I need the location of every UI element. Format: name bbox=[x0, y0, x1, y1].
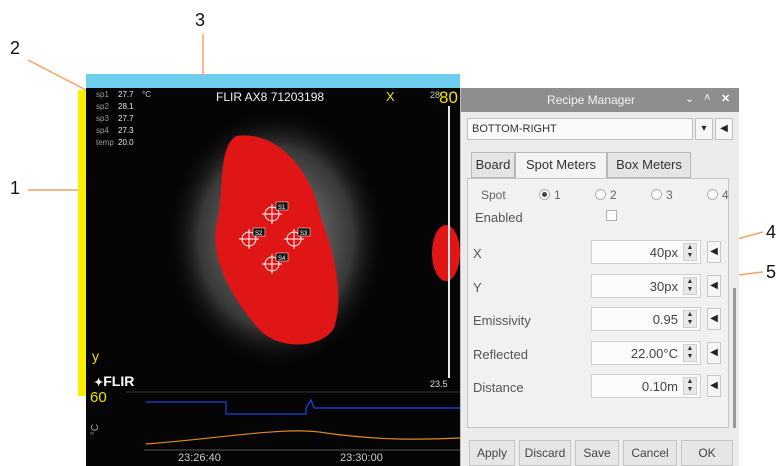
distance-input[interactable]: 0.10m ▲ ▼ bbox=[591, 374, 701, 398]
arrow-left-icon: ◀ bbox=[720, 123, 728, 134]
camera-title: FLIR AX8 71203198 bbox=[216, 90, 325, 104]
temperature-graph-blue bbox=[146, 398, 460, 415]
reflected-reset-button[interactable]: ◀ bbox=[707, 342, 721, 364]
spot-tag: S1 bbox=[278, 205, 286, 211]
time-label-2: 23:30:00 bbox=[340, 452, 383, 464]
callout-3: 3 bbox=[195, 10, 206, 30]
spot-reading-3: sp3 27.7 bbox=[96, 114, 134, 123]
radio-dot-icon bbox=[707, 189, 718, 200]
recipe-manager-dialog: Recipe Manager ⌄ ˄ ✕ BOTTOM-RIGHT ▾ ◀ Bo… bbox=[460, 88, 739, 466]
recipe-prev-button[interactable]: ◀ bbox=[715, 118, 733, 140]
discard-button[interactable]: Discard bbox=[519, 440, 571, 466]
spot-radio-4[interactable]: 4 bbox=[707, 188, 729, 202]
spinner-arrows-icon[interactable]: ▲ ▼ bbox=[683, 310, 697, 328]
spot-label: Spot bbox=[481, 188, 506, 202]
spinner-arrows-icon[interactable]: ▲ ▼ bbox=[683, 377, 697, 395]
scale-top-value: 80 bbox=[439, 88, 458, 107]
scrollbar[interactable] bbox=[733, 288, 736, 428]
enabled-checkbox[interactable] bbox=[606, 210, 617, 221]
y-input[interactable]: 30px ▲ ▼ bbox=[591, 274, 701, 298]
spinner-arrows-icon[interactable]: ▲ ▼ bbox=[683, 243, 697, 261]
radio-dot-icon bbox=[539, 189, 550, 200]
spinner-arrows-icon[interactable]: ▲ ▼ bbox=[683, 344, 697, 362]
time-label-1: 23:26:40 bbox=[178, 452, 221, 464]
scale-value: 23.5 bbox=[430, 379, 448, 389]
hot-region-edge bbox=[432, 225, 460, 281]
temperature-scale-bar bbox=[448, 106, 450, 378]
enabled-label: Enabled bbox=[475, 210, 523, 225]
spot-tag: S4 bbox=[278, 256, 286, 262]
callout-5: 5 bbox=[766, 262, 777, 282]
field-label-distance: Distance bbox=[473, 380, 524, 395]
x-reset-button[interactable]: ◀ bbox=[707, 241, 721, 263]
graph-axis-unit: °C bbox=[90, 423, 102, 436]
apply-button[interactable]: Apply bbox=[469, 440, 515, 466]
reflected-input[interactable]: 22.00°C ▲ ▼ bbox=[591, 341, 701, 365]
spot-radio-1[interactable]: 1 bbox=[539, 188, 561, 202]
spot-reading-4: sp4 27.3 bbox=[96, 126, 134, 135]
scale-bottom-value: 60 bbox=[90, 389, 107, 406]
tab-box-meters[interactable]: Box Meters bbox=[607, 152, 691, 178]
y-axis-marker: y bbox=[92, 348, 99, 364]
cancel-button[interactable]: Cancel bbox=[623, 440, 677, 466]
spot-reading-temp: temp 20.0 bbox=[96, 138, 134, 147]
x-input[interactable]: 40px ▲ ▼ bbox=[591, 240, 701, 264]
arrow-left-icon: ◀ bbox=[710, 347, 718, 358]
radio-dot-icon bbox=[651, 189, 662, 200]
recipe-dropdown-button[interactable]: ▾ bbox=[695, 118, 713, 140]
thermal-image-view: S1 S2 S3 S4 sp1 27.7 °C sp2 28.1 sp3 27.… bbox=[86, 88, 460, 466]
thermal-graphics: S1 S2 S3 S4 bbox=[126, 108, 460, 451]
flir-logo: ✦FLIR bbox=[94, 373, 135, 389]
arrow-left-icon: ◀ bbox=[710, 246, 718, 257]
callout-2: 2 bbox=[10, 38, 21, 58]
spot-radio-2[interactable]: 2 bbox=[595, 188, 617, 202]
spot-tag: S3 bbox=[300, 231, 308, 237]
ok-button[interactable]: OK bbox=[681, 440, 733, 466]
save-button[interactable]: Save bbox=[575, 440, 619, 466]
spinner-arrows-icon[interactable]: ▲ ▼ bbox=[683, 277, 697, 295]
y-axis-bar bbox=[78, 90, 86, 396]
field-label-y: Y bbox=[473, 280, 482, 295]
chevron-down-icon: ▾ bbox=[701, 123, 707, 134]
close-icon[interactable]: ✕ bbox=[721, 92, 730, 105]
chevron-up-icon[interactable]: ˄ bbox=[704, 92, 710, 104]
emissivity-reset-button[interactable]: ◀ bbox=[707, 308, 721, 330]
arrow-left-icon: ◀ bbox=[710, 280, 718, 291]
field-label-emissivity: Emissivity bbox=[473, 313, 531, 328]
x-axis-marker: X bbox=[386, 89, 395, 104]
emissivity-input[interactable]: 0.95 ▲ ▼ bbox=[591, 307, 701, 331]
spot-reading-2: sp2 28.1 bbox=[96, 102, 134, 111]
arrow-left-icon: ◀ bbox=[710, 380, 718, 391]
top-axis-bar bbox=[86, 74, 460, 88]
flir-logo-icon: ✦ bbox=[94, 377, 104, 389]
field-label-reflected: Reflected bbox=[473, 347, 528, 362]
arrow-left-icon: ◀ bbox=[710, 313, 718, 324]
spot-reading-1: sp1 27.7 °C bbox=[96, 90, 151, 99]
tab-spot-meters[interactable]: Spot Meters bbox=[515, 152, 607, 179]
dialog-title: Recipe Manager bbox=[546, 93, 636, 107]
dialog-titlebar[interactable]: Recipe Manager ⌄ ˄ ✕ bbox=[461, 88, 739, 112]
temperature-graph-orange bbox=[145, 430, 460, 445]
radio-dot-icon bbox=[595, 189, 606, 200]
recipe-select[interactable]: BOTTOM-RIGHT bbox=[467, 118, 693, 140]
field-label-x: X bbox=[473, 246, 482, 261]
distance-reset-button[interactable]: ◀ bbox=[707, 375, 721, 397]
tab-board[interactable]: Board bbox=[471, 152, 515, 178]
y-reset-button[interactable]: ◀ bbox=[707, 275, 721, 297]
spot-tag: S2 bbox=[255, 231, 263, 237]
chevron-down-icon[interactable]: ⌄ bbox=[685, 92, 694, 105]
callout-4: 4 bbox=[766, 222, 777, 242]
callout-1: 1 bbox=[10, 178, 21, 198]
spot-radio-3[interactable]: 3 bbox=[651, 188, 673, 202]
